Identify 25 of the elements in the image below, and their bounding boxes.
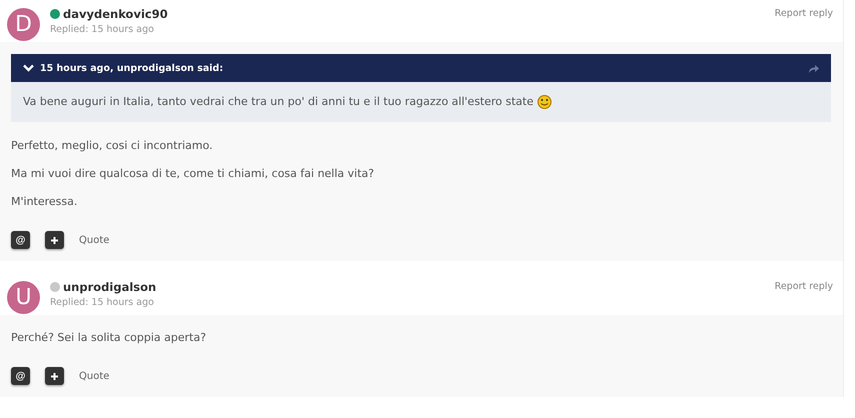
- plus-icon: [50, 372, 59, 380]
- mention-button[interactable]: @: [11, 231, 30, 249]
- add-button[interactable]: [45, 367, 64, 385]
- reply-time: Replied: 15 hours ago: [50, 24, 155, 35]
- post-paragraph: Perfetto, meglio, cosi ci incontriamo.: [11, 139, 214, 152]
- report-link[interactable]: Report reply: [774, 281, 833, 292]
- plus-icon: [50, 236, 59, 244]
- report-link[interactable]: Report reply: [774, 8, 833, 19]
- post-paragraph: M'interessa.: [11, 195, 78, 208]
- post-paragraph: Perché? Sei la solita coppia aperta?: [11, 331, 208, 344]
- add-button[interactable]: [45, 231, 64, 249]
- quote-link[interactable]: Quote: [79, 234, 110, 246]
- post-paragraph: Ma mi vuoi dire qualcosa di te, come ti chiami, cosa fai nella vita?: [11, 167, 376, 180]
- quote-title: 15 hours ago, unprodigalson said:: [40, 62, 224, 74]
- chevron-down-icon[interactable]: [23, 64, 34, 72]
- avatar[interactable]: U: [7, 280, 40, 314]
- avatar[interactable]: D: [7, 8, 40, 40]
- quote-link[interactable]: Quote: [79, 370, 110, 382]
- quote-text: Va bene auguri in Italia, tanto vedrai che tra un po' di anni tu e il tuo ragazzo all'estero state: [23, 95, 534, 108]
- smiley-icon: [536, 94, 552, 109]
- reply-time: Replied: 15 hours ago: [50, 297, 155, 308]
- author-name[interactable]: unprodigalson: [63, 280, 156, 294]
- share-arrow-icon[interactable]: [808, 64, 819, 72]
- author-name[interactable]: davydenkovic90: [63, 7, 168, 21]
- mention-button[interactable]: @: [11, 367, 30, 385]
